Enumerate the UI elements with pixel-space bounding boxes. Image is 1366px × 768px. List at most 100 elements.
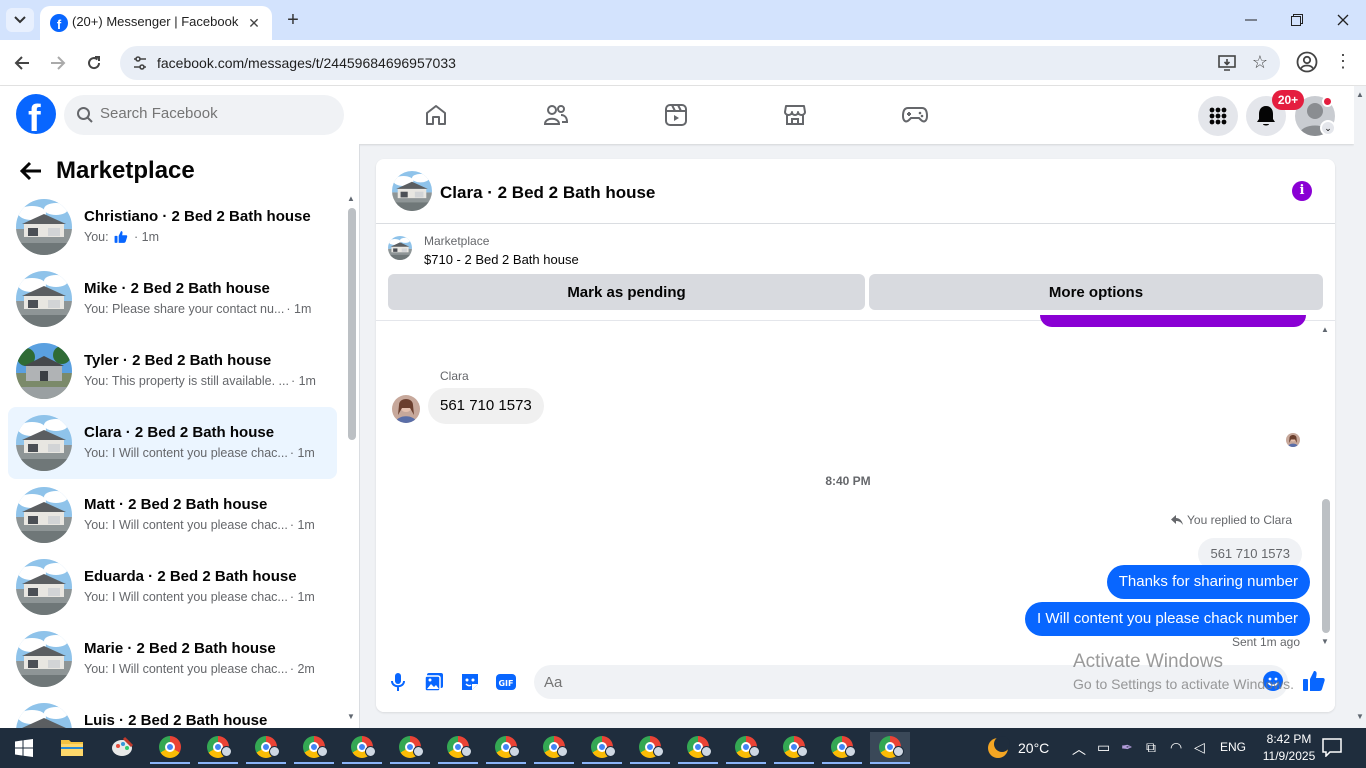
nav-friends[interactable]	[536, 98, 576, 132]
volume-icon[interactable]: ◁	[1194, 739, 1205, 756]
nav-home[interactable]	[416, 98, 456, 132]
tray-overflow-icon[interactable]: ︿	[1072, 739, 1086, 759]
conversation-item[interactable]: Christiano · 2 Bed 2 Bath house You: · 1m	[8, 191, 337, 263]
listing-title[interactable]: $710 - 2 Bed 2 Bath house	[424, 252, 579, 267]
scroll-down-arrow-icon[interactable]: ▼	[1321, 637, 1329, 646]
back-button[interactable]	[10, 51, 34, 75]
sticker-icon[interactable]	[460, 672, 480, 692]
taskbar-chrome-window[interactable]	[246, 732, 286, 764]
sidebar-scrollbar[interactable]	[348, 208, 356, 440]
scroll-up-arrow-icon[interactable]: ▲	[1356, 90, 1364, 99]
sent-status: Sent 1m ago	[1231, 635, 1300, 649]
close-window-button[interactable]	[1320, 0, 1366, 40]
preview-text: You: I Will content you please chac...	[84, 590, 288, 604]
taskbar-chrome-window[interactable]	[630, 732, 670, 764]
microphone-icon[interactable]	[388, 672, 408, 692]
taskbar-chrome-window[interactable]	[678, 732, 718, 764]
browser-menu-icon[interactable]: ⋮	[1332, 51, 1354, 75]
conversation-item[interactable]: Marie · 2 Bed 2 Bath house You: I Will co…	[8, 623, 337, 695]
sender-avatar[interactable]	[392, 395, 420, 423]
taskbar-chrome-window[interactable]	[390, 732, 430, 764]
time-separator: 8:40 PM	[825, 474, 871, 488]
listing-small-thumbnail[interactable]	[388, 236, 412, 260]
wifi-icon[interactable]: ◠	[1170, 739, 1182, 756]
taskbar-chrome-window[interactable]	[150, 732, 190, 764]
minimize-button[interactable]	[1228, 0, 1274, 40]
gaming-icon	[902, 107, 928, 123]
mark-as-pending-button[interactable]: Mark as pending	[388, 274, 865, 310]
clock[interactable]: 8:42 PM 11/9/2025	[1256, 731, 1322, 765]
taskbar-chrome-window[interactable]	[870, 732, 910, 764]
conversation-item[interactable]: Clara · 2 Bed 2 Bath house You: I Will co…	[8, 407, 337, 479]
thumbs-up-icon[interactable]	[1302, 669, 1326, 693]
incoming-message[interactable]: 561 710 1573	[428, 388, 544, 424]
taskbar-file-explorer[interactable]	[52, 732, 92, 764]
bookmark-star-icon[interactable]: ☆	[1252, 52, 1268, 73]
page-scrollbar[interactable]: ▲ ▼	[1354, 86, 1366, 728]
taskbar-chrome-window[interactable]	[294, 732, 334, 764]
taskbar-chrome-window[interactable]	[438, 732, 478, 764]
conversation-item[interactable]: Matt · 2 Bed 2 Bath house You: I Will con…	[8, 479, 337, 551]
taskbar-chrome-window[interactable]	[726, 732, 766, 764]
facebook-logo-icon[interactable]: f	[16, 94, 56, 134]
pen-icon[interactable]: ✒	[1121, 739, 1133, 756]
conversation-item[interactable]: Mike · 2 Bed 2 Bath house You: Please sha…	[8, 263, 337, 335]
scroll-down-arrow-icon[interactable]: ▼	[1356, 712, 1364, 721]
menu-button[interactable]	[1198, 96, 1238, 136]
battery-icon[interactable]: ▭	[1097, 739, 1110, 756]
message-input[interactable]	[534, 665, 1288, 699]
forward-button[interactable]	[46, 51, 70, 75]
info-icon[interactable]: i	[1292, 181, 1312, 201]
listing-thumbnail[interactable]	[392, 171, 432, 211]
facebook-search[interactable]	[64, 95, 344, 135]
conversation-item[interactable]: Luis · 2 Bed 2 Bath house	[8, 695, 337, 728]
photo-icon[interactable]	[424, 672, 444, 692]
scroll-up-arrow-icon[interactable]: ▲	[1321, 325, 1329, 334]
notification-center-icon[interactable]	[1322, 737, 1342, 757]
conversation-item[interactable]: Eduarda · 2 Bed 2 Bath house You: I Will …	[8, 551, 337, 623]
outgoing-message[interactable]: I Will content you please chack number	[1025, 602, 1310, 636]
new-tab-button[interactable]: +	[282, 9, 304, 31]
profile-icon[interactable]	[1296, 51, 1318, 73]
conversation-item[interactable]: Tyler · 2 Bed 2 Bath house You: This prop…	[8, 335, 337, 407]
reload-button[interactable]	[82, 51, 106, 75]
taskbar-chrome-window[interactable]	[342, 732, 382, 764]
install-app-icon[interactable]	[1218, 54, 1236, 72]
taskbar-paint-app[interactable]	[102, 732, 142, 764]
restore-button[interactable]	[1274, 0, 1320, 40]
facebook-header: f	[0, 86, 1354, 144]
search-input[interactable]	[100, 105, 320, 122]
account-chevron-icon[interactable]: ⌄	[1320, 120, 1336, 136]
conversation-preview: You: · 1m	[84, 230, 332, 247]
site-settings-icon[interactable]	[132, 55, 148, 71]
scroll-down-arrow-icon[interactable]: ▼	[347, 712, 355, 721]
nav-gaming[interactable]	[895, 98, 935, 132]
device-icon[interactable]: ⧉	[1146, 739, 1156, 756]
nav-marketplace[interactable]	[775, 98, 815, 132]
conversation-preview: You: This property is still available. .…	[84, 374, 332, 388]
outgoing-message[interactable]: Thanks for sharing number	[1106, 565, 1310, 599]
input-language[interactable]: ENG	[1220, 740, 1246, 754]
emoji-icon[interactable]	[1263, 671, 1283, 691]
taskbar-chrome-window[interactable]	[774, 732, 814, 764]
taskbar-chrome-window[interactable]	[582, 732, 622, 764]
browser-tab-active[interactable]: f (20+) Messenger | Facebook ✕	[40, 6, 272, 40]
weather-widget[interactable]: 20°C	[986, 736, 1049, 760]
message-scrollbar[interactable]	[1322, 499, 1330, 633]
tab-search-button[interactable]	[6, 8, 34, 32]
back-arrow-icon[interactable]	[19, 160, 42, 188]
address-bar[interactable]: facebook.com/messages/t/2445968469695703…	[120, 46, 1280, 80]
taskbar-chrome-window[interactable]	[822, 732, 862, 764]
more-options-button[interactable]: More options	[869, 274, 1323, 310]
conversation-thumbnail	[16, 559, 72, 615]
taskbar-chrome-window[interactable]	[534, 732, 574, 764]
gif-icon[interactable]: GIF	[496, 672, 516, 692]
taskbar-chrome-window[interactable]	[198, 732, 238, 764]
chat-title[interactable]: Clara · 2 Bed 2 Bath house	[440, 183, 655, 203]
tab-close-icon[interactable]: ✕	[244, 13, 264, 33]
taskbar-chrome-window[interactable]	[486, 732, 526, 764]
profile-badge-icon	[413, 746, 424, 757]
start-button[interactable]	[0, 728, 48, 768]
scroll-up-arrow-icon[interactable]: ▲	[347, 194, 355, 203]
nav-video[interactable]	[656, 98, 696, 132]
